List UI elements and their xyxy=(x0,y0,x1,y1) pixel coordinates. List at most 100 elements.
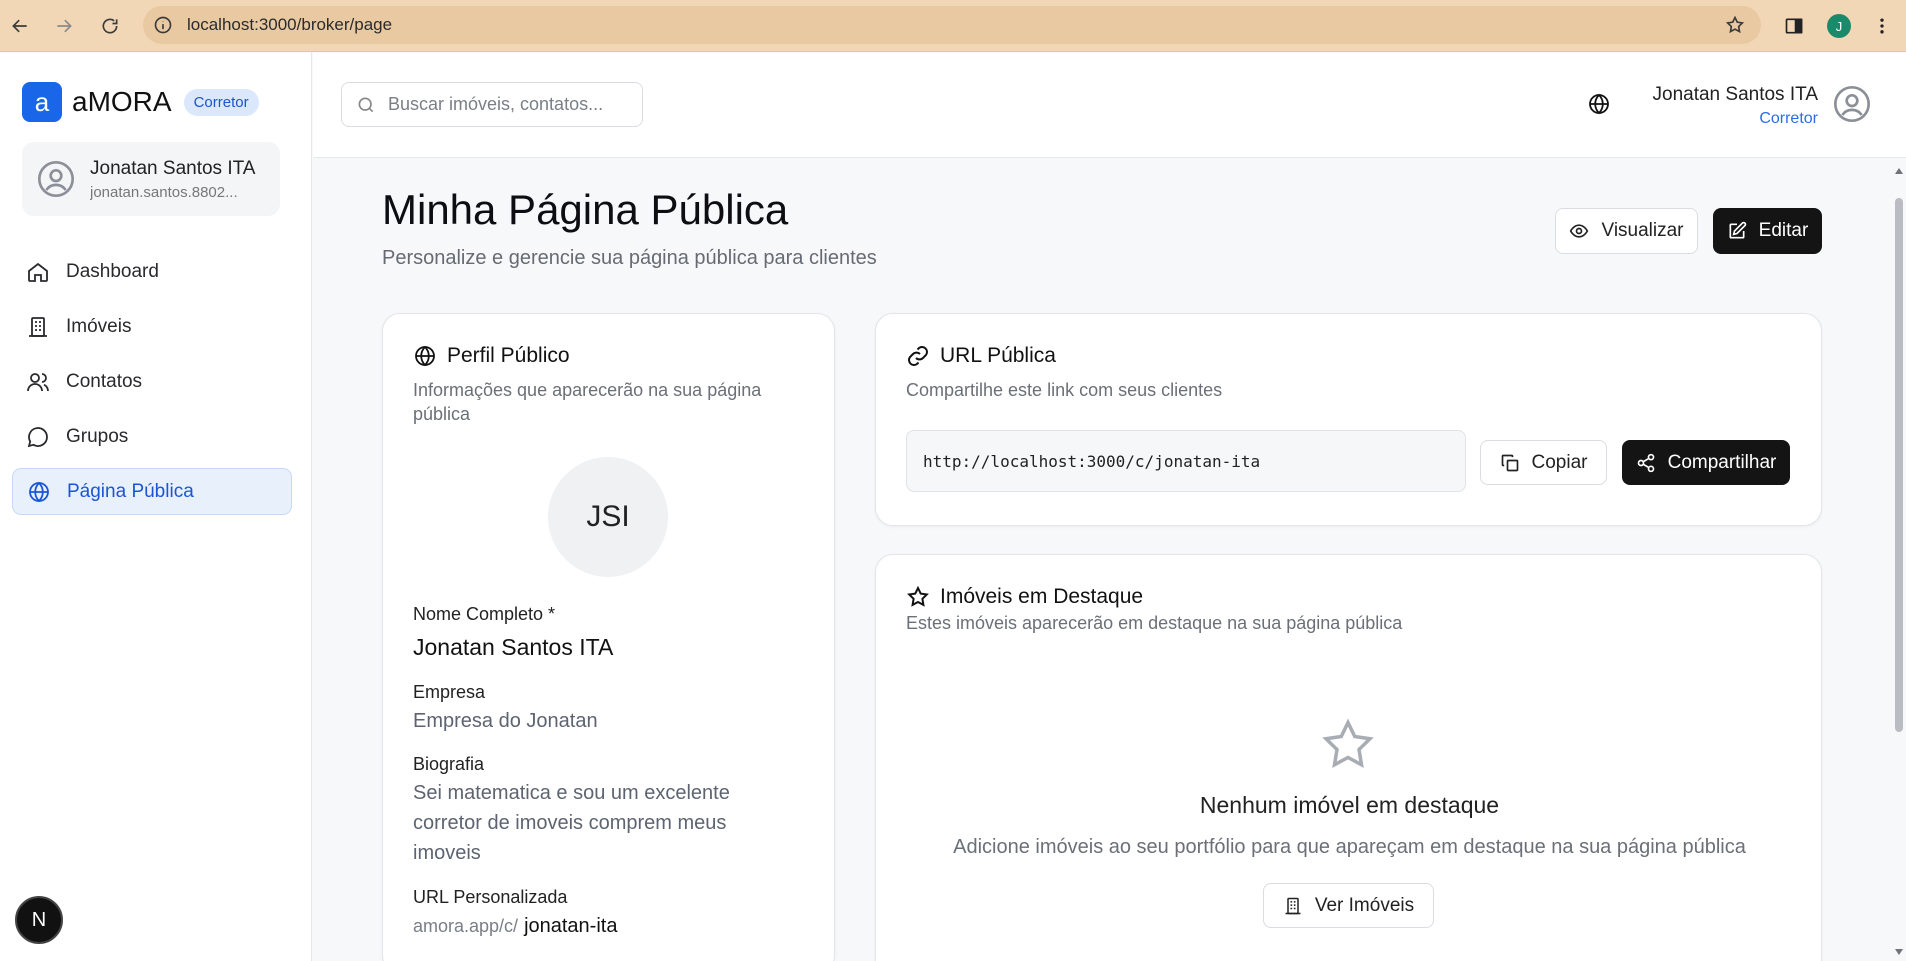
nextjs-dev-badge[interactable]: N xyxy=(15,896,63,944)
url-slug: jonatan-ita xyxy=(524,915,618,937)
name-label: Nome Completo * xyxy=(413,604,556,624)
page-subtitle: Personalize e gerencie sua página públic… xyxy=(382,247,877,269)
ver-imoveis-label: Ver Imóveis xyxy=(1314,894,1415,916)
imoveis-destaque-card: Imóveis em Destaque Estes imóveis aparec… xyxy=(875,554,1822,961)
reload-icon xyxy=(102,18,118,34)
company-value: Empresa do Jonatan xyxy=(413,710,598,732)
bio-label: Biografia xyxy=(413,754,485,774)
url-publica-card: URL Pública Compartilhe este link com se… xyxy=(875,313,1822,526)
address-url[interactable]: localhost:3000/broker/page xyxy=(187,15,392,35)
company-label: Empresa xyxy=(413,682,486,702)
bio-value: Sei matematica e sou um excelente corret… xyxy=(413,782,730,864)
search-icon xyxy=(358,97,374,112)
browser-menu-button[interactable] xyxy=(1866,10,1898,42)
public-url-field[interactable]: http://localhost:3000/c/jonatan-ita xyxy=(906,430,1466,492)
search-input[interactable] xyxy=(388,94,628,115)
sidebar-menu: Dashboard Imóveis Contatos Grupos Página… xyxy=(12,248,292,523)
page-scrollbar[interactable] xyxy=(1892,158,1906,961)
side-panel-icon xyxy=(1785,18,1803,34)
users-icon xyxy=(27,372,49,391)
featured-title: Imóveis em Destaque xyxy=(940,585,1144,608)
sidebar-item-grupos[interactable]: Grupos xyxy=(12,413,292,460)
reload-button[interactable] xyxy=(92,8,128,44)
editar-label: Editar xyxy=(1758,220,1809,241)
url-card-title: URL Pública xyxy=(940,344,1056,367)
arrow-left-icon xyxy=(12,19,27,33)
sidebar-user-email: jonatan.santos.8802... xyxy=(90,183,238,201)
url-card-description: Compartilhe este link com seus clientes xyxy=(906,380,1223,400)
star-icon xyxy=(907,585,929,607)
share-button[interactable]: Compartilhar xyxy=(1622,440,1790,485)
edit-icon xyxy=(1729,221,1746,239)
sidebar-item-contatos[interactable]: Contatos xyxy=(12,358,292,405)
copy-button[interactable]: Copiar xyxy=(1480,440,1607,485)
sidebar-item-label: Contatos xyxy=(66,370,143,392)
top-header: Jonatan Santos ITA Corretor xyxy=(313,52,1906,158)
scrollbar-thumb[interactable] xyxy=(1895,198,1903,732)
header-user-role: Corretor xyxy=(1759,110,1818,127)
scroll-up-arrow[interactable] xyxy=(1895,168,1903,174)
profile-button[interactable]: J xyxy=(1823,10,1855,42)
role-badge: Corretor xyxy=(183,88,259,116)
address-bar[interactable]: localhost:3000/broker/page xyxy=(143,6,1761,44)
url-prefix: amora.app/c/ xyxy=(413,916,519,936)
side-panel-button[interactable] xyxy=(1778,10,1810,42)
copy-icon xyxy=(1501,454,1518,471)
header-user[interactable]: Jonatan Santos ITA Corretor xyxy=(1653,84,1818,128)
eye-icon xyxy=(1570,224,1589,238)
building-icon xyxy=(1285,897,1301,914)
language-globe-icon[interactable] xyxy=(1587,92,1611,116)
profile-avatar: J xyxy=(1827,14,1851,38)
sidebar-item-label: Grupos xyxy=(66,425,129,447)
brand-name: aMORA xyxy=(72,86,172,117)
search-box[interactable] xyxy=(341,82,643,127)
perfil-description: Informações que aparecerão na sua página… xyxy=(413,380,762,424)
sidebar-item-imoveis[interactable]: Imóveis xyxy=(12,303,292,350)
copy-label: Copiar xyxy=(1531,451,1588,473)
info-icon[interactable] xyxy=(153,15,173,35)
card-title: URL Pública xyxy=(906,344,1056,368)
brand[interactable]: a aMORA Corretor xyxy=(22,82,259,122)
globe-icon xyxy=(29,481,49,502)
sidebar-item-dashboard[interactable]: Dashboard xyxy=(12,248,292,295)
sidebar-user-card[interactable]: Jonatan Santos ITA jonatan.santos.8802..… xyxy=(22,142,280,216)
name-value: Jonatan Santos ITA xyxy=(413,634,614,660)
ver-imoveis-button[interactable]: Ver Imóveis xyxy=(1263,883,1434,928)
card-title: Perfil Público xyxy=(413,344,570,368)
building-icon xyxy=(29,316,47,337)
editar-button[interactable]: Editar xyxy=(1713,208,1822,254)
empty-star-icon xyxy=(1322,718,1374,768)
back-button[interactable] xyxy=(2,8,38,44)
card-title: Imóveis em Destaque xyxy=(906,585,1143,609)
featured-description: Estes imóveis aparecerão em destaque na … xyxy=(906,613,1403,633)
sidebar-item-label: Página Pública xyxy=(67,480,194,502)
user-avatar-icon[interactable] xyxy=(1832,84,1872,124)
empty-state-title: Nenhum imóvel em destaque xyxy=(1199,792,1500,818)
browser-toolbar: localhost:3000/broker/page J xyxy=(0,0,1906,52)
sidebar-item-pagina-publica[interactable]: Página Pública xyxy=(12,468,292,515)
user-info: Jonatan Santos ITA jonatan.santos.8802..… xyxy=(90,158,255,201)
home-icon xyxy=(28,262,48,282)
brand-logo: a xyxy=(22,82,62,122)
url-label: URL Personalizada xyxy=(413,887,568,907)
sidebar-item-label: Imóveis xyxy=(66,315,132,337)
visualizar-label: Visualizar xyxy=(1601,220,1684,241)
scroll-down-arrow[interactable] xyxy=(1895,949,1903,955)
bookmark-star-icon[interactable] xyxy=(1725,15,1745,35)
more-vertical-icon xyxy=(1880,18,1884,34)
visualizar-button[interactable]: Visualizar xyxy=(1555,208,1698,254)
sidebar: a aMORA Corretor Jonatan Santos ITA jona… xyxy=(0,52,312,961)
share-label: Compartilhar xyxy=(1667,451,1777,473)
link-icon xyxy=(908,346,928,366)
globe-icon xyxy=(415,345,435,367)
perfil-publico-card: Perfil Público Informações que aparecerã… xyxy=(382,313,835,961)
custom-url: amora.app/c/jonatan-ita xyxy=(413,911,793,941)
profile-initials-avatar: JSI xyxy=(548,457,668,577)
arrow-right-icon xyxy=(57,19,72,33)
user-avatar-icon xyxy=(38,161,74,197)
perfil-title: Perfil Público xyxy=(447,344,570,367)
chat-icon xyxy=(27,426,48,447)
empty-state-description: Adicione imóveis ao seu portfólio para q… xyxy=(953,836,1746,858)
page-title: Minha Página Pública xyxy=(382,186,789,233)
forward-button[interactable] xyxy=(46,8,82,44)
